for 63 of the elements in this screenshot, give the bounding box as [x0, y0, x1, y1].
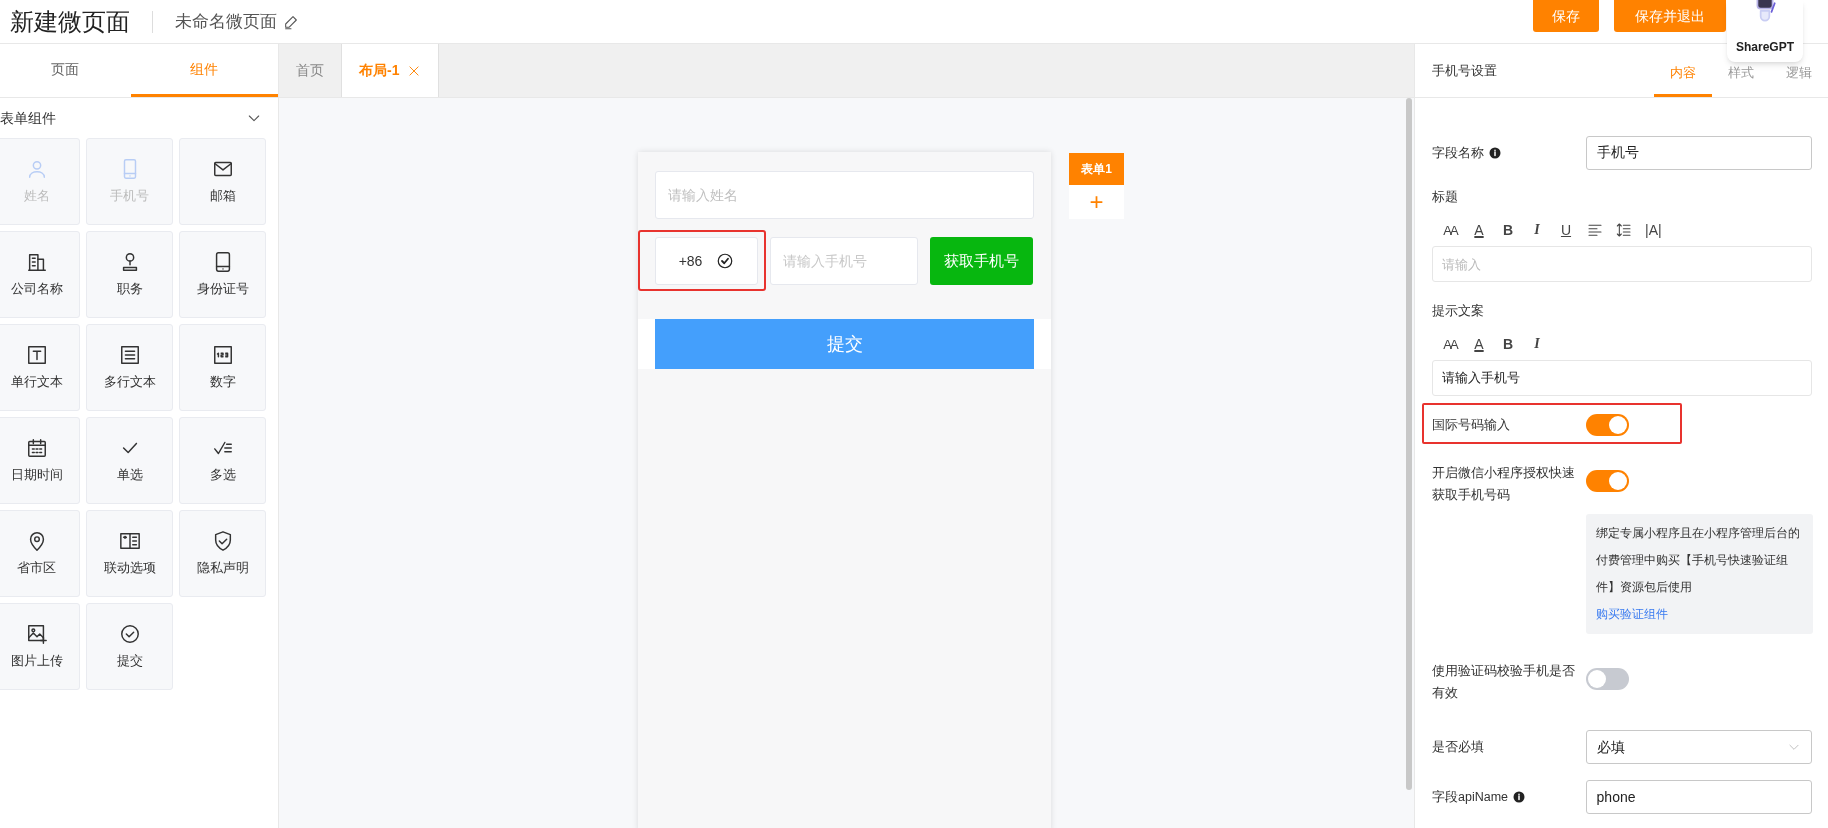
component-tile[interactable]: 隐私声明 [179, 510, 266, 597]
component-tile[interactable]: 身份证号 [179, 231, 266, 318]
field-label: 使用验证码校验手机是否有效 [1432, 663, 1576, 702]
component-tile[interactable]: 多选 [179, 417, 266, 504]
text-input[interactable]: 请输入手机号 [1432, 360, 1812, 396]
component-tile[interactable]: 多行文本 [86, 324, 173, 411]
text-input[interactable]: 请输入 [1432, 246, 1812, 282]
component-tile[interactable]: 省市区 [0, 510, 80, 597]
component-tile[interactable]: 日期时间 [0, 417, 80, 504]
check-circle-icon [716, 252, 735, 270]
component-tile[interactable]: 提交 [86, 603, 173, 690]
country-code-select[interactable]: +86 [655, 237, 758, 285]
calendar-icon [25, 436, 48, 459]
component-tile[interactable]: 公司名称 [0, 231, 80, 318]
format-button[interactable]: U [1558, 223, 1574, 237]
toggle-switch[interactable] [1586, 470, 1629, 492]
field-label: 开启微信小程序授权快速获取手机号码 [1432, 465, 1576, 504]
panel-tab[interactable]: 页面 [0, 44, 131, 97]
toggle-switch[interactable] [1586, 668, 1629, 690]
format-button[interactable]: AA [1442, 337, 1458, 351]
toggle-switch[interactable] [1586, 414, 1629, 436]
format-button[interactable]: I [1529, 337, 1545, 351]
page-title: 新建微页面 [9, 9, 130, 34]
settings-title: 手机号设置 [1432, 61, 1497, 80]
component-tile[interactable]: 邮箱 [179, 138, 266, 225]
align-left-icon [1587, 222, 1603, 238]
page-name: 未命名微页面 [175, 10, 277, 33]
field-label: 是否必填 [1432, 739, 1484, 756]
component-tile[interactable]: 职务 [86, 231, 173, 318]
pencil-icon [283, 13, 299, 30]
text-box-icon [25, 343, 48, 366]
text-input[interactable]: 手机号 [1585, 136, 1812, 170]
field-label: 标题 [1432, 189, 1458, 206]
scrollbar[interactable] [1406, 98, 1412, 790]
format-button[interactable]: B [1500, 223, 1516, 237]
line-height-icon [1616, 222, 1632, 238]
component-tile[interactable]: 数字 [179, 324, 266, 411]
field-label: 字段apiName [1432, 789, 1509, 806]
component-tile[interactable]: 单选 [86, 417, 173, 504]
check-circle-icon [118, 622, 141, 645]
field-label: 字段名称 [1432, 145, 1484, 162]
buy-link[interactable]: 购买验证组件 [1596, 601, 1803, 628]
field-label: 提示文案 [1432, 303, 1484, 320]
image-plus-icon [25, 622, 48, 645]
extension-badge[interactable]: ShareGPT [1727, 0, 1803, 62]
field-label: 国际号码输入 [1432, 417, 1510, 434]
lines-box-icon [118, 343, 141, 366]
format-button[interactable]: A [1471, 223, 1487, 237]
format-button[interactable]: B [1500, 337, 1516, 351]
component-tile[interactable]: 联动选项 [86, 510, 173, 597]
format-button[interactable]: |A| [1645, 223, 1662, 237]
section-title: 表单组件 [0, 108, 56, 128]
component-tile[interactable]: 单行文本 [0, 324, 80, 411]
text-input[interactable]: phone [1585, 780, 1812, 814]
info-text: 绑定专属小程序且在小程序管理后台的付费管理中购买【手机号快速验证组件】资源包后使用 [1596, 525, 1801, 596]
extension-label: ShareGPT [1736, 39, 1794, 56]
format-button[interactable]: A [1471, 337, 1487, 351]
dropdown[interactable]: 必填 [1585, 730, 1812, 764]
format-button[interactable]: AA [1442, 223, 1458, 237]
component-tile[interactable]: 图片上传 [0, 603, 80, 690]
name-input[interactable]: 请输入姓名 [655, 171, 1034, 219]
number-box-icon [211, 343, 234, 366]
format-button[interactable]: I [1529, 223, 1545, 237]
